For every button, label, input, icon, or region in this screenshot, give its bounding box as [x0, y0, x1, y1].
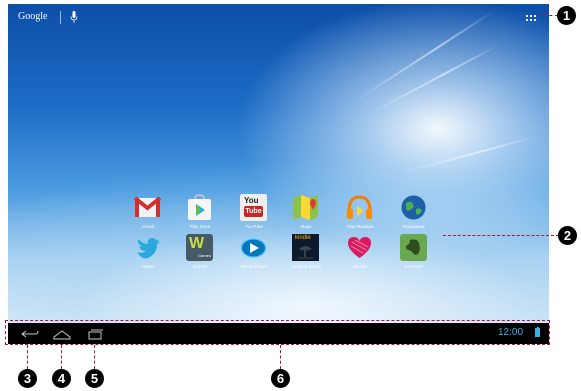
callout-leader [538, 15, 558, 16]
media-player-icon [240, 238, 267, 258]
app-evernote[interactable]: Evernote [386, 234, 442, 280]
callout-badge: 6 [271, 369, 290, 388]
evernote-icon [400, 234, 427, 261]
app-label: Twitter [141, 264, 155, 269]
light-streak [400, 135, 536, 175]
app-media-player[interactable]: Media Player [226, 234, 282, 280]
app-label: Media Player [240, 264, 268, 269]
home-top-bar: Google [8, 4, 549, 34]
app-label: Play Musique [346, 224, 374, 229]
maps-icon [293, 195, 318, 220]
app-twitter[interactable]: Twitter [120, 234, 176, 280]
app-label: Amazon Kindle [290, 264, 322, 269]
mic-icon[interactable] [70, 11, 78, 24]
twitter-icon [137, 238, 160, 259]
play-store-icon [188, 194, 211, 220]
app-label: YouTube [245, 224, 263, 229]
app-label: Play Store [189, 224, 211, 229]
tablet-screen: Google Gmail Play Store You Tube YouTube… [8, 4, 549, 344]
app-label: Evernote [404, 264, 423, 269]
callout-badge: 4 [52, 369, 71, 388]
browser-icon [400, 194, 427, 221]
app-amazon-kindle[interactable]: kindle Amazon Kindle [278, 234, 334, 280]
app-label: Navigateur [403, 224, 425, 229]
search-divider [60, 11, 61, 24]
callout-leader [280, 345, 281, 369]
games-icon-text: Games [198, 253, 211, 258]
play-music-icon [347, 195, 372, 219]
callout-leader [443, 235, 559, 236]
youtube-icon: You Tube [240, 194, 267, 221]
sketch-icon [348, 237, 371, 258]
elephant-icon [406, 239, 420, 255]
app-games[interactable]: W Games Games [172, 234, 228, 280]
youtube-icon-text: You [244, 196, 259, 205]
google-search-logo[interactable]: Google [18, 11, 47, 22]
reader-tree-icon [298, 246, 313, 259]
kindle-icon-text: kindle [295, 235, 311, 241]
app-sketch[interactable]: Sketch [332, 234, 388, 280]
kindle-icon: kindle [292, 234, 319, 261]
callout-badge: 3 [18, 369, 37, 388]
app-label: Games [192, 264, 208, 269]
app-label: Gmail [142, 224, 154, 229]
callout-leader [27, 345, 28, 369]
navigation-bar-highlight [5, 320, 550, 345]
games-icon-glyph: W [189, 235, 205, 252]
callout-leader [94, 345, 95, 369]
app-label: Sketch [353, 264, 367, 269]
gmail-icon [134, 196, 161, 217]
callout-badge: 1 [557, 6, 576, 25]
app-label: Maps [300, 224, 312, 229]
callout-badge: 5 [85, 369, 104, 388]
youtube-icon-text: Tube [244, 206, 263, 217]
callout-leader [61, 345, 62, 369]
games-icon: W Games [186, 234, 213, 261]
callout-badge: 2 [558, 226, 577, 245]
